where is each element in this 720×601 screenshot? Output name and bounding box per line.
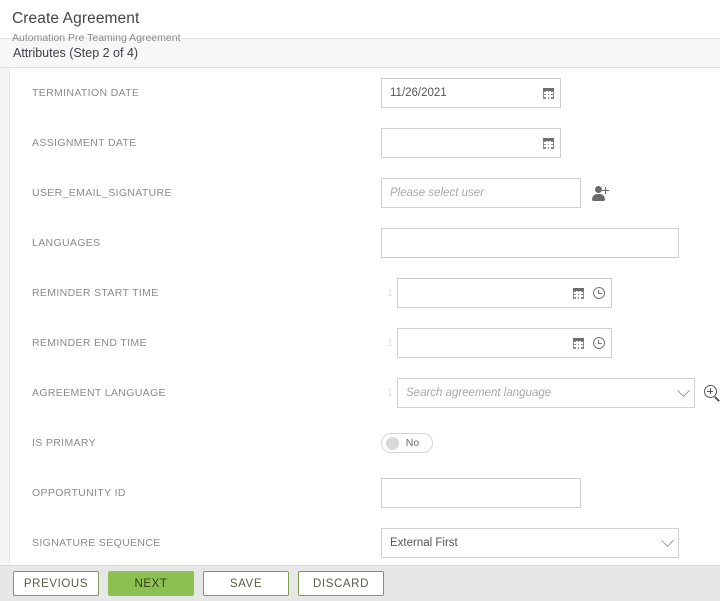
control-is-primary: No [381, 433, 433, 453]
is-primary-toggle-label: No [399, 437, 428, 449]
clock-icon[interactable] [593, 287, 605, 299]
calendar-icon[interactable] [573, 288, 584, 299]
termination-date-value: 11/26/2021 [390, 87, 543, 99]
assignment-date-input[interactable] [381, 128, 561, 158]
attributes-form: TERMINATION DATE 11/26/2021 ASSIGNMENT D… [0, 68, 720, 565]
reminder-end-time-input[interactable] [397, 328, 612, 358]
left-gutter [0, 68, 10, 565]
field-row-user-email-signature: USER_EMAIL_SIGNATURE Please select user [11, 168, 720, 218]
calendar-icon[interactable] [543, 88, 554, 99]
user-email-signature-input[interactable]: Please select user [381, 178, 581, 208]
field-row-termination-date: TERMINATION DATE 11/26/2021 [11, 68, 720, 118]
reminder-start-time-input[interactable] [397, 278, 612, 308]
control-user-email-signature: Please select user [381, 178, 609, 208]
field-row-reminder-start-time: REMINDER START TIME 1 [11, 268, 720, 318]
label-opportunity-id: OPPORTUNITY ID [11, 487, 381, 499]
clock-icon[interactable] [593, 337, 605, 349]
form-fields-container: TERMINATION DATE 11/26/2021 ASSIGNMENT D… [11, 68, 720, 565]
field-row-languages: LANGUAGES [11, 218, 720, 268]
label-assignment-date: ASSIGNMENT DATE [11, 137, 381, 149]
field-row-agreement-language: AGREEMENT LANGUAGE 1 Search agreement la… [11, 368, 720, 418]
opportunity-id-input[interactable] [381, 478, 581, 508]
label-reminder-start-time: REMINDER START TIME [11, 287, 381, 299]
toggle-knob [386, 437, 399, 450]
field-row-assignment-date: ASSIGNMENT DATE [11, 118, 720, 168]
calendar-icon[interactable] [573, 338, 584, 349]
footer-action-bar: PREVIOUS NEXT SAVE DISCARD [0, 565, 720, 601]
next-button[interactable]: NEXT [108, 571, 194, 596]
label-termination-date: TERMINATION DATE [11, 87, 381, 99]
agreement-language-select[interactable]: Search agreement language [397, 378, 695, 408]
termination-date-input[interactable]: 11/26/2021 [381, 78, 561, 108]
label-signature-sequence: SIGNATURE SEQUENCE [11, 537, 381, 549]
control-assignment-date [381, 128, 561, 158]
page-header: Create Agreement Automation Pre Teaming … [0, 0, 720, 39]
section-step-title: Attributes (Step 2 of 4) [13, 46, 138, 60]
label-is-primary: IS PRIMARY [11, 437, 381, 449]
control-agreement-language: 1 Search agreement language [381, 378, 720, 408]
required-marker: 1 [381, 387, 393, 399]
agreement-language-placeholder: Search agreement language [406, 387, 679, 399]
required-marker: 1 [381, 287, 393, 299]
discard-button[interactable]: DISCARD [298, 571, 384, 596]
signature-sequence-select[interactable]: External First [381, 528, 679, 558]
control-reminder-end-time: 1 [381, 328, 612, 358]
field-row-reminder-end-time: REMINDER END TIME 1 [11, 318, 720, 368]
add-user-icon[interactable] [592, 186, 609, 201]
control-signature-sequence: External First [381, 528, 679, 558]
field-row-is-primary: IS PRIMARY No [11, 418, 720, 468]
page-title: Create Agreement [12, 10, 720, 28]
is-primary-toggle[interactable]: No [381, 433, 433, 453]
signature-sequence-value: External First [390, 537, 663, 549]
label-languages: LANGUAGES [11, 237, 381, 249]
control-languages [381, 228, 679, 258]
control-termination-date: 11/26/2021 [381, 78, 561, 108]
label-agreement-language: AGREEMENT LANGUAGE [11, 387, 381, 399]
label-reminder-end-time: REMINDER END TIME [11, 337, 381, 349]
chevron-down-icon[interactable] [663, 539, 672, 548]
control-opportunity-id [381, 478, 581, 508]
calendar-icon[interactable] [543, 138, 554, 149]
languages-input[interactable] [381, 228, 679, 258]
previous-button[interactable]: PREVIOUS [13, 571, 99, 596]
search-plus-icon[interactable] [704, 385, 720, 401]
user-email-signature-placeholder: Please select user [390, 187, 574, 199]
label-user-email-signature: USER_EMAIL_SIGNATURE [11, 187, 381, 199]
field-row-opportunity-id: OPPORTUNITY ID [11, 468, 720, 518]
save-button[interactable]: SAVE [203, 571, 289, 596]
required-marker: 1 [381, 337, 393, 349]
control-reminder-start-time: 1 [381, 278, 612, 308]
chevron-down-icon[interactable] [679, 389, 688, 398]
field-row-signature-sequence: SIGNATURE SEQUENCE External First [11, 518, 720, 565]
